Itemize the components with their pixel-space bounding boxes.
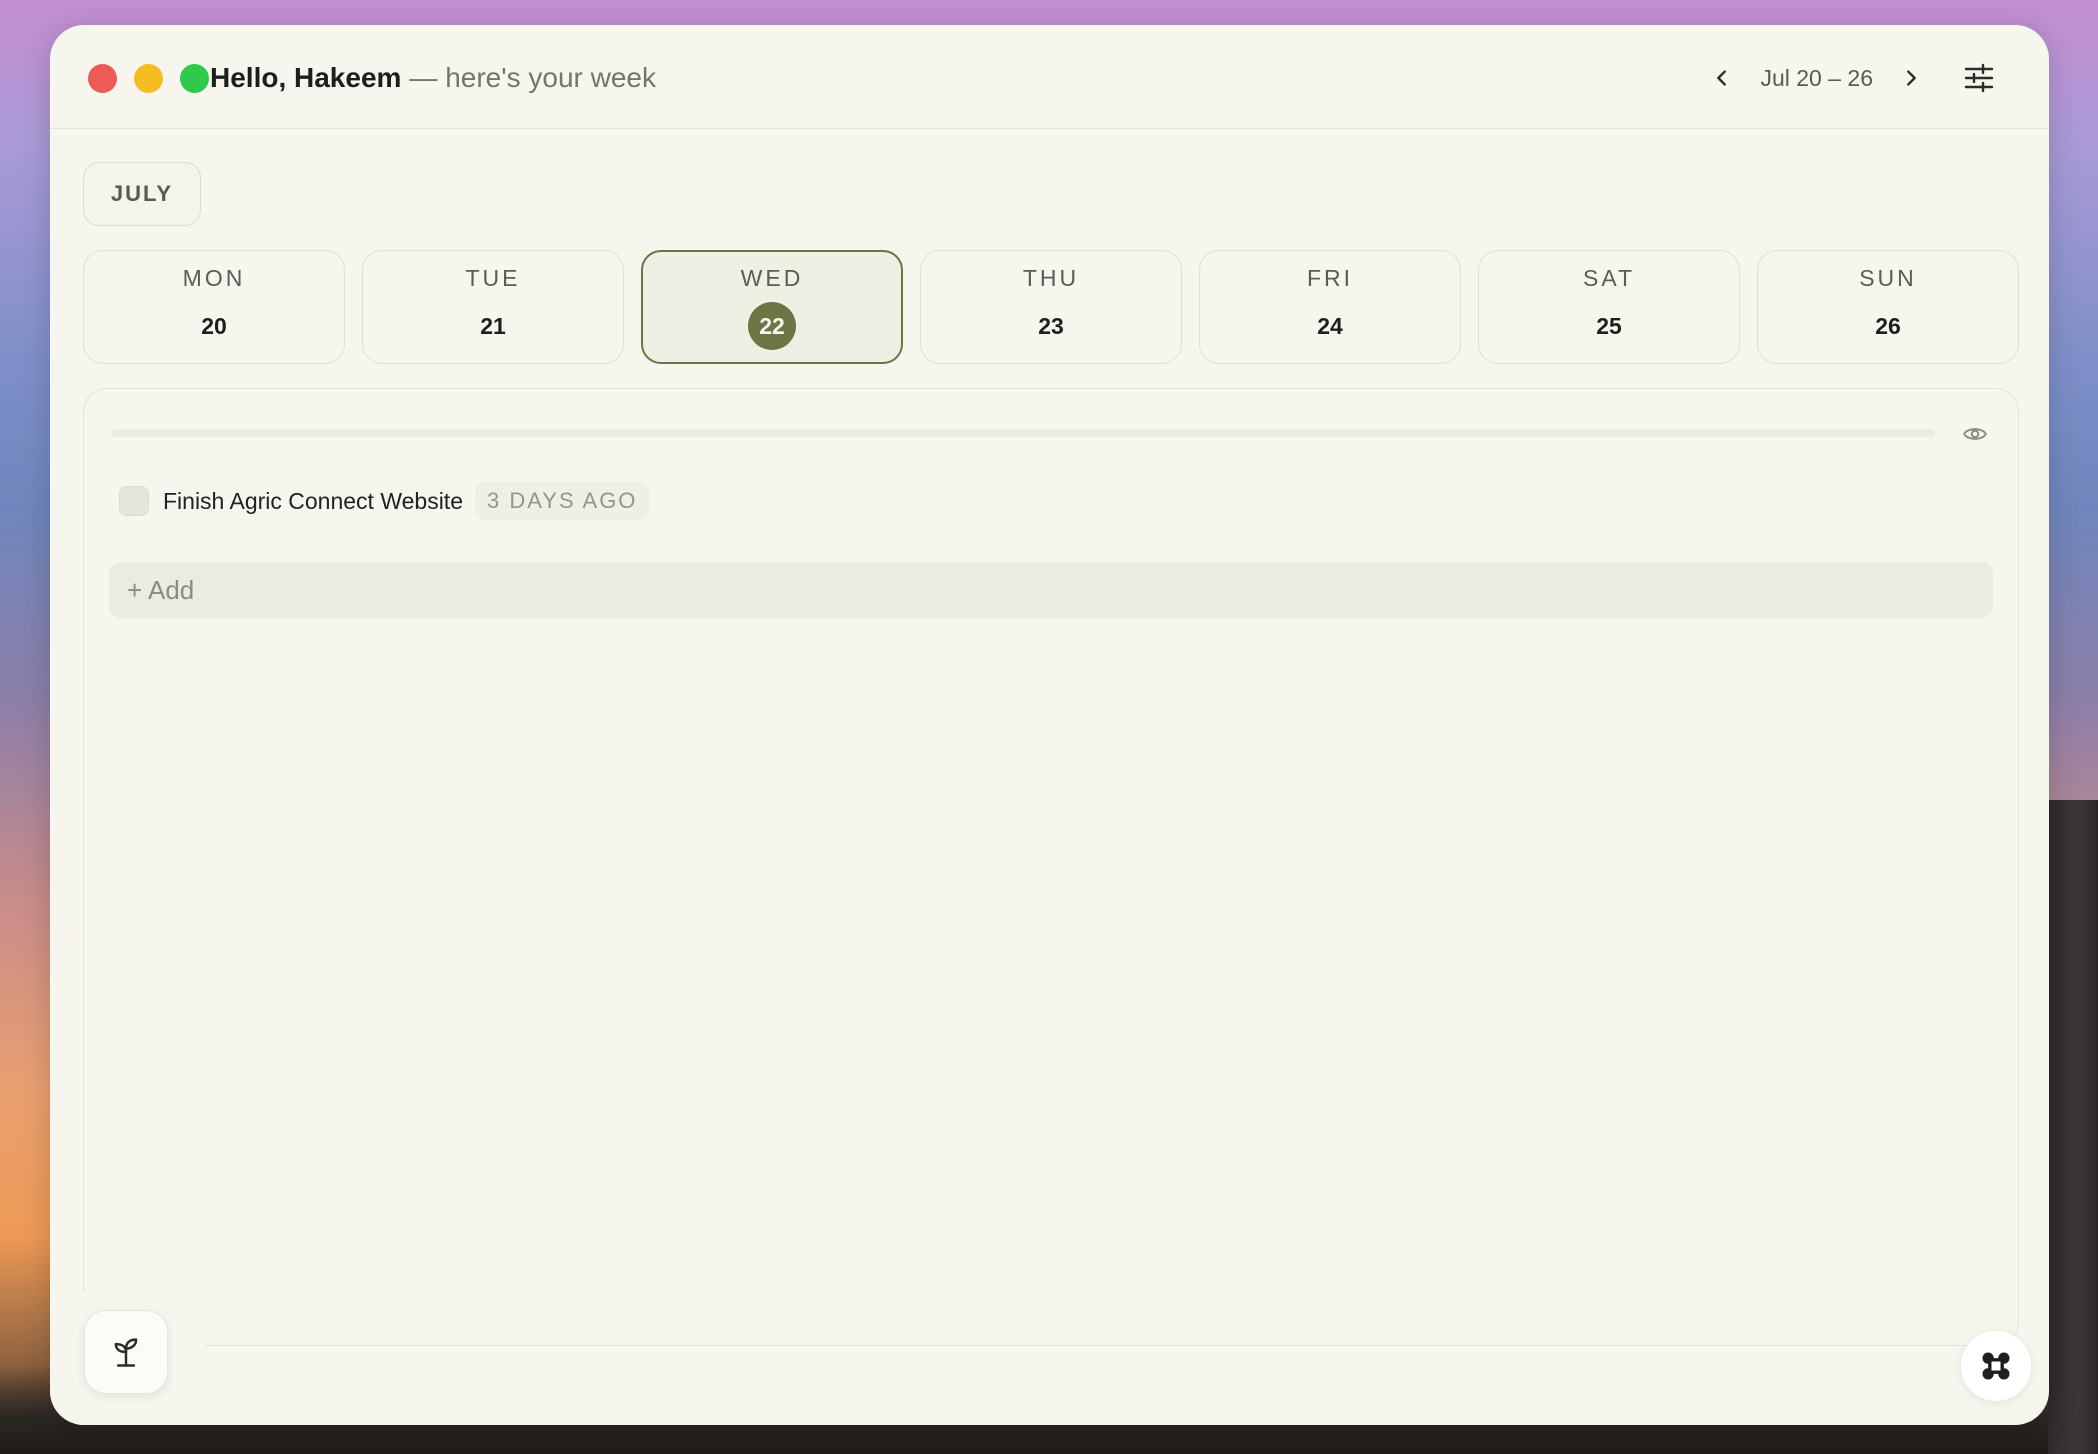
greeting-subtitle: — here's your week [409,62,656,93]
day-date: 26 [1875,312,1901,339]
eye-icon [1963,428,1987,440]
sliders-icon [1964,63,1994,93]
task-age-badge: 3 DAYS AGO [475,482,650,520]
day-name: WED [740,264,804,291]
week-navigation: Jul 20 – 26 [1702,55,1999,101]
day-fri[interactable]: FRI 24 [1199,250,1461,364]
wallpaper-tower [2048,800,2098,1454]
toggle-visibility-button[interactable] [1960,419,1990,449]
day-date: 24 [1317,312,1343,339]
day-date: 21 [480,312,506,339]
garden-button[interactable] [84,1310,168,1394]
minimize-window-button[interactable] [134,64,163,93]
chevron-left-icon [1717,70,1727,86]
zoom-window-button[interactable] [180,64,209,93]
day-sun[interactable]: SUN 26 [1757,250,2019,364]
day-name: FRI [1306,264,1354,291]
day-name: THU [1022,264,1080,291]
sprout-icon [114,1338,138,1367]
app-window: Hello, Hakeem — here's your week Jul 20 –… [50,25,2049,1425]
day-name: SUN [1859,264,1917,291]
day-thu[interactable]: THU 23 [920,250,1182,364]
greeting: Hello, Hakeem — here's your week [210,57,656,99]
settings-button[interactable] [1959,58,1999,98]
day-tue[interactable]: TUE 21 [362,250,624,364]
close-window-button[interactable] [88,64,117,93]
day-wed-selected[interactable]: WED 22 [641,250,903,364]
day-tasks-panel: Finish Agric Connect Website 3 DAYS AGO … [83,388,2019,1346]
task-title[interactable]: Finish Agric Connect Website [163,488,463,515]
day-date: 23 [1038,312,1064,339]
command-icon [1982,1352,2010,1380]
day-mon[interactable]: MON 20 [83,250,345,364]
add-task-button[interactable]: + Add [109,562,1993,618]
next-week-button[interactable] [1891,58,1931,98]
month-selector[interactable]: JULY [83,162,201,226]
previous-week-button[interactable] [1702,58,1742,98]
title-bar: Hello, Hakeem — here's your week Jul 20 –… [50,25,2049,129]
day-name: TUE [465,264,521,291]
task-item: Finish Agric Connect Website 3 DAYS AGO [119,477,650,525]
task-checkbox[interactable] [119,486,149,516]
command-button[interactable] [1961,1331,2031,1401]
week-day-strip: MON 20 TUE 21 WED 22 THU 23 FRI 24 SAT 2… [83,250,2019,364]
day-sat[interactable]: SAT 25 [1478,250,1740,364]
day-date: 20 [201,312,227,339]
day-name: MON [182,264,246,291]
week-range-label: Jul 20 – 26 [1760,64,1873,91]
chevron-right-icon [1907,70,1916,86]
greeting-name: Hello, Hakeem [210,62,402,93]
day-name: SAT [1582,264,1636,291]
day-date: 25 [1596,312,1622,339]
progress-bar [111,429,1935,437]
day-date-today-badge: 22 [748,301,796,350]
